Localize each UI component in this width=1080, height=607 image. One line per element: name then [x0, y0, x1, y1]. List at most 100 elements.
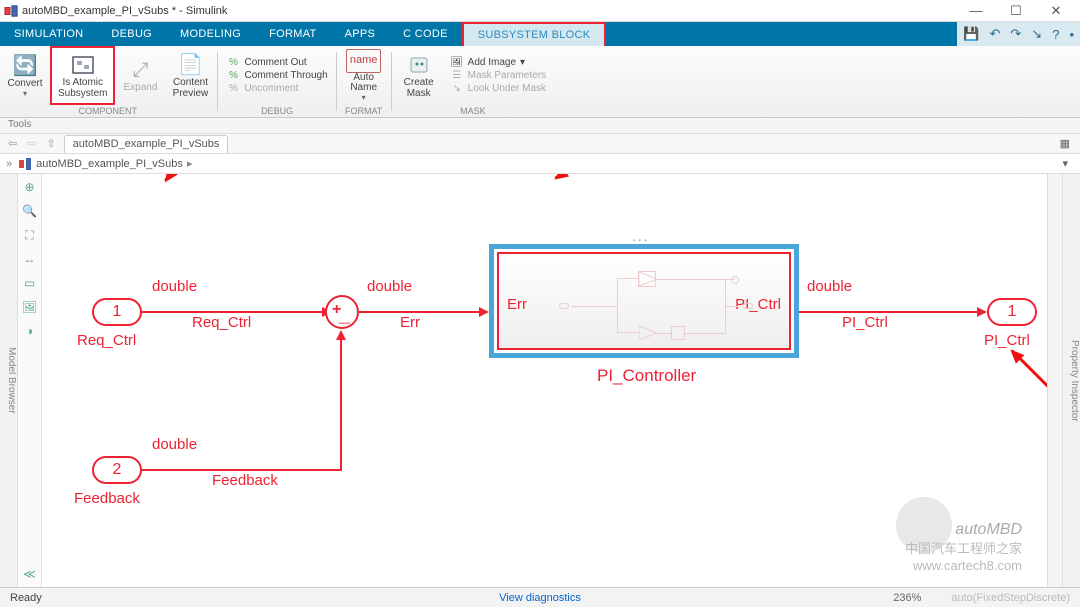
status-solver[interactable]: auto(FixedStepDiscrete)	[951, 592, 1070, 604]
palette-select-icon[interactable]: ↔	[21, 250, 39, 268]
tab-subsystem-block[interactable]: SUBSYSTEM BLOCK	[462, 22, 607, 46]
maximize-button[interactable]: ☐	[996, 0, 1036, 22]
expand-icon: ⤢	[132, 57, 148, 83]
group-mask-label: MASK	[394, 106, 552, 116]
convert-button[interactable]: 🔄 Convert	[0, 46, 50, 105]
sub-out-dtype: double	[807, 278, 852, 295]
mini-wire	[657, 333, 671, 334]
nav-back-icon[interactable]: ⇦	[6, 137, 19, 150]
tab-simulation[interactable]: SIMULATION	[0, 22, 97, 46]
qat-save-icon[interactable]: 💾	[963, 26, 979, 42]
window-title: autoMBD_example_PI_vSubs * - Simulink	[22, 5, 956, 17]
content-preview-button[interactable]: 📄 Content Preview	[165, 46, 215, 105]
add-image-button[interactable]: 🖼Add Image ▾	[450, 57, 546, 68]
mini-wire	[657, 279, 735, 280]
mini-port-icon	[559, 303, 569, 309]
inport-1-dtype: double	[152, 278, 197, 295]
subsystem-ellipsis-icon[interactable]: ...	[632, 228, 650, 244]
group-mask: Create Mask 🖼Add Image ▾ ☰Mask Parameter…	[394, 46, 552, 117]
palette-last-icon[interactable]: ≪	[21, 565, 39, 583]
sum-block[interactable]: + _	[325, 295, 359, 329]
status-zoom[interactable]: 236%	[893, 592, 921, 604]
mini-wire	[617, 278, 641, 279]
uncomment-button[interactable]: %Uncomment	[226, 83, 327, 94]
create-mask-button[interactable]: Create Mask	[394, 46, 444, 105]
tab-ccode[interactable]: C CODE	[389, 22, 462, 46]
palette-annotate-icon[interactable]: ▭	[21, 274, 39, 292]
palette-target-icon[interactable]: ⊕	[21, 178, 39, 196]
atomic-label-1: Is Atomic	[62, 78, 103, 89]
auto-name-button[interactable]: name Auto Name	[339, 46, 389, 105]
model-browser-rail[interactable]: Model Browser	[0, 174, 18, 587]
comment-through-button[interactable]: %Comment Through	[226, 70, 327, 81]
expand-button[interactable]: ⤢ Expand	[115, 46, 165, 105]
convert-icon: 🔄	[13, 53, 38, 79]
hide-browser-icon[interactable]: »	[6, 158, 12, 170]
comment-out-button[interactable]: %Comment Out	[226, 57, 327, 68]
nav-up-icon[interactable]: ⇧	[44, 137, 57, 150]
is-atomic-subsystem-button[interactable]: Is Atomic Subsystem	[50, 46, 115, 105]
breadcrumb-root[interactable]: autoMBD_example_PI_vSubs	[36, 158, 183, 170]
group-component-label: COMPONENT	[0, 106, 215, 116]
diagram-canvas[interactable]: 1 Req_Ctrl double Req_Ctrl 2 Feedback do…	[42, 174, 1062, 587]
mini-wire	[617, 278, 618, 333]
minimize-button[interactable]: —	[956, 0, 996, 22]
palette-fit-icon[interactable]: ⛶	[21, 226, 39, 244]
create-mask-icon	[408, 52, 430, 78]
ribbon-tab-strip: SIMULATION DEBUG MODELING FORMAT APPS C …	[0, 22, 1080, 46]
tab-debug[interactable]: DEBUG	[97, 22, 166, 46]
auto-name-icon: name	[346, 49, 382, 73]
group-debug-label: DEBUG	[220, 106, 333, 116]
uncomment-icon: %	[226, 83, 240, 94]
qat-undo-icon[interactable]: ↶	[989, 26, 1000, 42]
group-format: name Auto Name FORMAT	[339, 46, 389, 117]
subsystem-out-label: PI_Ctrl	[735, 296, 781, 313]
qat-redo-icon[interactable]: ↷	[1010, 26, 1021, 42]
qat-help-icon[interactable]: ?	[1052, 27, 1059, 42]
tab-modeling[interactable]: MODELING	[166, 22, 255, 46]
subsystem-inner: Err PI_Ctrl	[497, 252, 791, 350]
qat-more-icon[interactable]: •	[1069, 27, 1074, 42]
breadcrumb-dropdown-icon[interactable]: ▾	[1056, 157, 1074, 170]
separator	[217, 52, 218, 111]
view-diagnostics-link[interactable]: View diagnostics	[499, 592, 581, 604]
tab-apps[interactable]: APPS	[331, 22, 390, 46]
palette-zoom-icon[interactable]: 🔍	[21, 202, 39, 220]
mini-wire	[725, 306, 741, 307]
nav-forward-icon[interactable]: ⇨	[25, 137, 38, 150]
wire-sum-sub	[359, 311, 481, 313]
tab-format[interactable]: FORMAT	[255, 22, 330, 46]
pi-controller-subsystem[interactable]: Err PI_Ctrl	[489, 244, 799, 358]
model-tab-label: autoMBD_example_PI_vSubs	[73, 138, 220, 150]
content-label-1: Content	[173, 78, 208, 89]
window-controls: — ☐ ✕	[956, 0, 1076, 22]
group-format-label: FORMAT	[339, 106, 389, 116]
model-tab[interactable]: autoMBD_example_PI_vSubs	[64, 135, 229, 153]
palette-image-icon[interactable]: 🖼	[21, 298, 39, 316]
wire-sub-out	[799, 311, 979, 313]
status-bar: Ready View diagnostics 236% auto(FixedSt…	[0, 587, 1080, 607]
separator	[336, 52, 337, 111]
atomic-icon	[71, 52, 95, 78]
arrow-in2-sum	[336, 330, 346, 340]
outport-1-block[interactable]: 1	[987, 298, 1037, 326]
inport-1-block[interactable]: 1	[92, 298, 142, 326]
breadcrumb-bar: » autoMBD_example_PI_vSubs ▸ ▾	[0, 154, 1080, 174]
close-button[interactable]: ✕	[1036, 0, 1076, 22]
sum-out-dtype: double	[367, 278, 412, 295]
property-inspector-rail[interactable]: Property Inspector	[1062, 174, 1080, 587]
mini-outport-icon	[743, 303, 753, 309]
mask-parameters-button[interactable]: ☰Mask Parameters	[450, 70, 546, 81]
wire-in1-sum	[142, 311, 324, 313]
palette-viewmark-icon[interactable]: ◑	[21, 322, 39, 340]
mask-params-icon: ☰	[450, 70, 464, 81]
inport-2-dtype: double	[152, 436, 197, 453]
qat-step-icon[interactable]: ↘	[1031, 26, 1042, 42]
watermark-brand: autoMBD	[905, 520, 1022, 541]
nav-menu-icon[interactable]: ▦	[1056, 137, 1074, 150]
watermark: autoMBD 中国汽车工程师之家 www.cartech8.com	[905, 520, 1022, 575]
inport-2-block[interactable]: 2	[92, 456, 142, 484]
content-label-2: Preview	[173, 89, 209, 100]
look-under-mask-button[interactable]: ↘Look Under Mask	[450, 83, 546, 94]
subsystem-name: PI_Controller	[597, 366, 696, 386]
